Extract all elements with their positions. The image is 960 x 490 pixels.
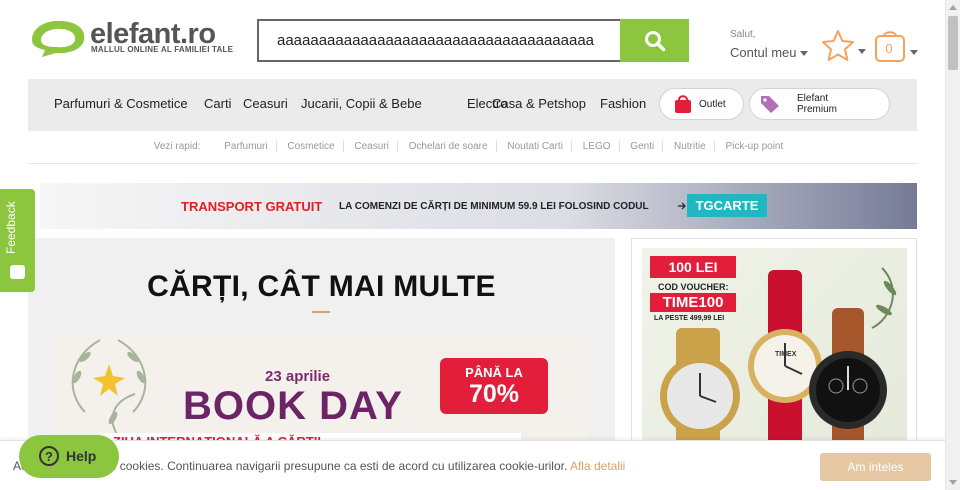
cookie-bar: Acest site folosește cookies. Continuare… <box>0 440 945 490</box>
search-icon <box>645 31 666 52</box>
chevron-down-icon <box>800 51 809 57</box>
favorites-button[interactable] <box>820 28 868 68</box>
nav-item-casa[interactable]: Casa & Petshop <box>492 96 586 111</box>
page: elefant.ro MALLUL ONLINE AL FAMILIEI TAL… <box>0 0 960 490</box>
tag-icon <box>761 96 779 113</box>
site-logo[interactable]: elefant.ro MALLUL ONLINE AL FAMILIEI TAL… <box>28 18 238 62</box>
chevron-down-icon <box>858 49 866 54</box>
account-label: Contul meu <box>730 45 797 60</box>
promo-code: TGCARTE <box>687 194 767 217</box>
section-title: CĂRȚI, CÂT MAI MULTE <box>147 270 496 303</box>
shopping-bag-icon <box>675 95 691 113</box>
promo-headline: TRANSPORT GRATUIT <box>181 199 323 214</box>
cookie-accept-button[interactable]: Am inteles <box>820 453 931 481</box>
account-menu[interactable]: Salut, Contul meu <box>730 29 809 60</box>
quick-link[interactable]: LEGO <box>574 141 620 152</box>
banner-headline: BOOK DAY <box>183 384 403 428</box>
scroll-down-icon[interactable] <box>949 480 957 485</box>
premium-button[interactable]: Elefant Premium <box>749 88 890 120</box>
search-button[interactable] <box>620 19 689 62</box>
scroll-up-icon[interactable] <box>949 5 957 10</box>
smiley-icon <box>10 265 25 279</box>
banner-date: 23 aprilie <box>265 368 331 385</box>
nav-item-jucarii[interactable]: Jucarii, Copii & Bebe <box>301 96 422 111</box>
watch-brand: TIMEX <box>775 351 797 358</box>
feedback-tab[interactable]: Feedback <box>0 189 35 292</box>
account-greeting: Salut, <box>730 29 756 40</box>
quick-link[interactable]: Nutritie <box>665 141 715 152</box>
divider <box>28 163 917 164</box>
chevron-down-icon <box>910 50 918 55</box>
outlet-button[interactable]: Outlet <box>659 88 744 120</box>
nav-item-parfumuri[interactable]: Parfumuri & Cosmetice <box>54 96 188 111</box>
promo-text: LA COMENZI DE CĂRȚI DE MINIMUM 59.9 LEI … <box>339 201 649 212</box>
quick-links: Vezi rapid: Parfumuri Cosmetice Ceasuri … <box>0 141 945 152</box>
main-nav: Parfumuri & Cosmetice Carti Ceasuri Juca… <box>28 79 917 131</box>
brand-tagline: MALLUL ONLINE AL FAMILIEI TALE <box>91 45 234 54</box>
discount-label: PÂNĂ LA <box>465 365 523 380</box>
cookie-details-link[interactable]: Afla detalii <box>570 459 625 473</box>
search-bar <box>257 19 689 62</box>
free-shipping-banner[interactable]: TRANSPORT GRATUIT LA COMENZI DE CĂRȚI DE… <box>40 183 917 229</box>
quick-link[interactable]: Parfumuri <box>216 141 277 152</box>
premium-label-1: Elefant <box>797 93 829 104</box>
question-icon: ? <box>39 446 59 466</box>
quick-link[interactable]: Pick-up point <box>717 141 791 152</box>
scroll-thumb[interactable] <box>948 16 958 70</box>
arrow-right-icon <box>678 202 686 210</box>
discount-value: 70% <box>468 380 520 408</box>
help-label: Help <box>66 448 97 464</box>
feedback-label: Feedback <box>4 201 18 254</box>
page-scrollbar[interactable] <box>945 0 960 490</box>
help-button[interactable]: ? Help <box>19 435 119 478</box>
elephant-logo-icon <box>32 20 85 57</box>
nav-item-fashion[interactable]: Fashion <box>600 96 646 111</box>
outlet-label: Outlet <box>699 99 726 110</box>
cart-count: 0 <box>885 41 893 56</box>
quick-link[interactable]: Ceasuri <box>346 141 398 152</box>
quick-link[interactable]: Genti <box>622 141 664 152</box>
discount-badge: PÂNĂ LA 70% <box>440 358 548 414</box>
title-underline <box>312 311 330 313</box>
nav-item-ceasuri[interactable]: Ceasuri <box>243 96 288 111</box>
account-label-row: Contul meu <box>730 45 809 60</box>
cart-button[interactable]: 0 <box>874 29 920 69</box>
star-icon <box>822 30 854 61</box>
quick-links-label: Vezi rapid: <box>153 141 201 152</box>
nav-item-carti[interactable]: Carti <box>204 96 231 111</box>
quick-link[interactable]: Cosmetice <box>279 141 344 152</box>
search-input[interactable] <box>257 19 621 62</box>
quick-link[interactable]: Ochelari de soare <box>400 141 497 152</box>
quick-link[interactable]: Noutati Carti <box>499 141 572 152</box>
premium-label-2: Premium <box>797 104 838 115</box>
